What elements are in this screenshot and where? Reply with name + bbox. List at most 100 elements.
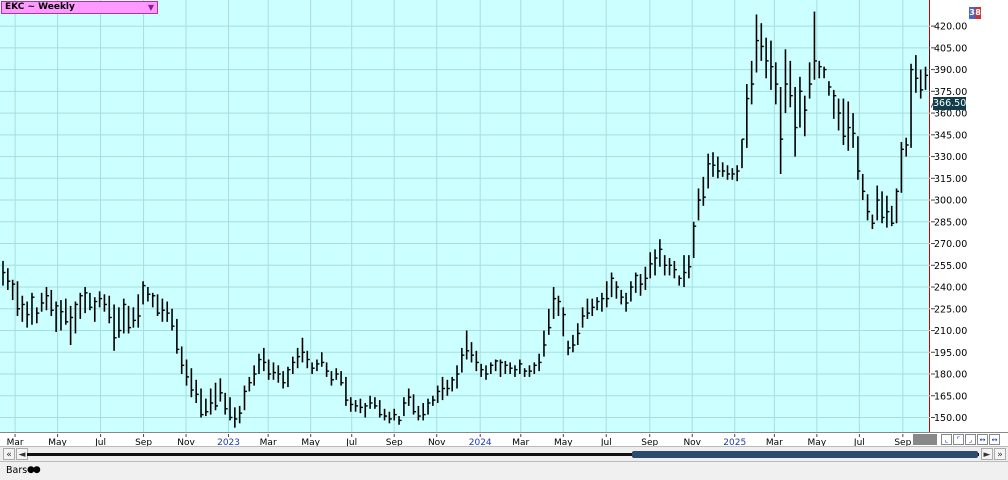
price-bar (702, 176, 706, 206)
price-bar (828, 81, 832, 96)
y-tick-label: 300.00 (934, 196, 967, 207)
scroll-bar[interactable]: « ◄ ► » (0, 446, 1008, 461)
y-tick-label: 315.00 (934, 174, 967, 185)
price-bar (803, 95, 808, 137)
price-bar (533, 362, 537, 375)
price-bar (219, 378, 223, 402)
scroll-last-button[interactable]: » (994, 448, 1006, 460)
price-bar (562, 307, 566, 337)
y-tick-label: 150.00 (934, 413, 967, 424)
price-bar (330, 371, 334, 386)
price-bar (151, 292, 156, 308)
price-bar (374, 397, 378, 409)
price-bar (514, 365, 518, 377)
price-bar (808, 62, 813, 99)
price-bar (171, 308, 175, 331)
price-axis-labels: 150.00 165.00 180.00 195.00 210.00 225.00 240.… (930, 22, 967, 424)
corner-badges[interactable]: 3 8 (969, 7, 981, 19)
price-bar (267, 359, 272, 380)
price-bar (412, 394, 417, 415)
price-bar (509, 362, 513, 375)
price-bar (847, 101, 851, 151)
y-tick-label: 330.00 (934, 152, 967, 163)
price-bar (301, 337, 305, 363)
price-bar (161, 298, 165, 322)
price-bar (417, 405, 421, 421)
price-bar (615, 281, 619, 299)
price-bar (320, 352, 325, 367)
price-bar (712, 152, 716, 177)
y-tick-label: 240.00 (934, 283, 967, 294)
price-bar (238, 405, 243, 424)
price-bar (591, 298, 595, 317)
price-bar (707, 153, 711, 189)
y-tick-label: 255.00 (934, 261, 967, 272)
price-bar (842, 98, 846, 145)
price-bar (432, 395, 436, 406)
scroll-right-button[interactable]: ► (981, 448, 993, 460)
last-price-badge: 366.50 (933, 97, 967, 111)
chevron-down-icon[interactable]: ▼ (148, 2, 154, 13)
price-bar (765, 37, 769, 79)
price-bar (475, 350, 479, 372)
price-bar (755, 14, 759, 73)
price-bar (837, 98, 842, 131)
price-axis[interactable]: 150.00 165.00 180.00 195.00 210.00 225.00 240.… (930, 0, 1008, 432)
red-badge-icon[interactable]: 8 (975, 7, 981, 19)
timeframe-button-2[interactable]: ⌜ (953, 434, 964, 445)
price-bar (746, 84, 750, 148)
y-tick-label: 195.00 (934, 348, 967, 359)
price-bar (915, 55, 919, 93)
price-bar (2, 260, 6, 286)
price-bar (490, 362, 494, 375)
chart-type-label[interactable]: Bars (6, 465, 27, 476)
price-bar (64, 298, 69, 325)
zoom-in-button[interactable]: ↔ (977, 434, 988, 445)
price-bar (581, 307, 586, 328)
price-bar (794, 86, 798, 157)
zoom-out-button[interactable]: ↔ (989, 434, 1000, 445)
price-bar (214, 382, 219, 411)
chart-plot-area[interactable] (0, 0, 943, 432)
price-bar (523, 368, 528, 377)
price-bar (69, 305, 74, 346)
price-bar (639, 273, 644, 296)
y-tick-label: 210.00 (934, 326, 967, 337)
scroll-first-button[interactable]: « (3, 448, 15, 460)
price-bar (494, 359, 499, 372)
double-circle-icon[interactable]: ●● (27, 465, 41, 475)
price-bar (306, 350, 310, 369)
price-bar (45, 287, 49, 311)
price-bar (74, 301, 78, 334)
timeframe-button-3[interactable]: ⌟ (965, 434, 976, 445)
price-bar (567, 340, 571, 356)
price-bar (311, 362, 315, 375)
price-bar (93, 297, 98, 322)
price-bar (789, 60, 793, 108)
price-bar (774, 62, 779, 105)
symbol-label: EKC ~ Weekly (5, 2, 75, 12)
price-bar (881, 191, 885, 224)
price-bar (779, 86, 784, 174)
timeframe-button-1[interactable]: ⌞ (941, 434, 952, 445)
price-bar (200, 388, 204, 418)
price-bar (166, 301, 170, 322)
time-axis[interactable]: Mar May Jul Sep Nov 2023 Mar May Jul Sep Nov 2024 Ma… (0, 432, 1008, 448)
y-tick-label: 345.00 (934, 130, 967, 141)
price-bar (248, 376, 252, 392)
y-tick-label: 390.00 (934, 65, 967, 76)
timeframe-buttons[interactable]: ⌞ ⌜ ⌟ ↔ ↔ (941, 434, 1000, 445)
price-bar (190, 368, 194, 398)
y-tick-label: 420.00 (934, 22, 967, 33)
price-bar (132, 307, 136, 328)
price-bar (726, 165, 730, 180)
price-bar (277, 365, 281, 383)
symbol-selector[interactable]: EKC ~ Weekly ▼ (1, 1, 158, 14)
price-bar (552, 287, 557, 319)
price-bar (750, 60, 755, 105)
price-bar (736, 165, 740, 182)
price-bar (89, 292, 93, 311)
price-bar (335, 368, 339, 380)
price-bar (122, 298, 127, 334)
scroll-thumb[interactable] (632, 451, 978, 458)
